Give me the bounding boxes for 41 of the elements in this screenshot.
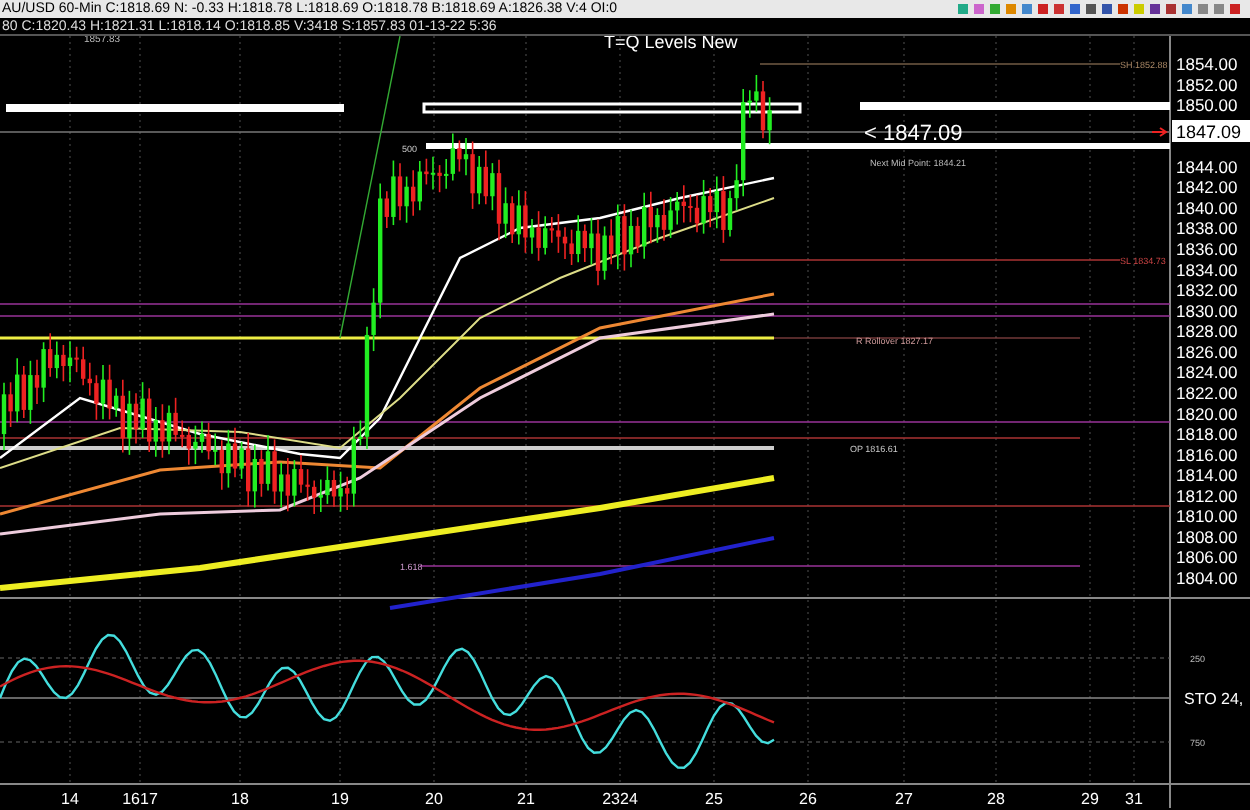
time-axis-label: 25 — [705, 790, 723, 808]
price-axis-label: 1836.00 — [1176, 239, 1238, 260]
price-axis-label: 1806.00 — [1176, 547, 1238, 568]
time-axis-label: 19 — [331, 790, 349, 808]
price-axis-label: 1838.00 — [1176, 218, 1238, 239]
time-axis-label: 26 — [799, 790, 817, 808]
time-axis-label: 1617 — [122, 790, 158, 808]
price-axis-label: 1822.00 — [1176, 382, 1238, 403]
price-axis-label: 1814.00 — [1176, 465, 1238, 486]
time-axis-label: 20 — [425, 790, 443, 808]
price-axis-label: 1842.00 — [1176, 177, 1238, 198]
arrow-icon — [1151, 127, 1168, 137]
price-axis-label: 1824.00 — [1176, 362, 1238, 383]
time-axis-label: 2324 — [602, 790, 638, 808]
price-tag: 1847.09 — [1172, 120, 1250, 142]
time-axis-label: 14 — [61, 790, 79, 808]
price-axis-label: 1828.00 — [1176, 321, 1238, 342]
time-axis-label: 28 — [987, 790, 1005, 808]
price-axis-label: 1832.00 — [1176, 280, 1238, 301]
time-axis-label: 21 — [517, 790, 535, 808]
price-axis-label: 1804.00 — [1176, 568, 1238, 588]
price-axis-label: 1820.00 — [1176, 403, 1238, 424]
time-axis-label: 31 — [1125, 790, 1143, 808]
price-axis-label: 1834.00 — [1176, 259, 1238, 280]
price-axis-label: 1810.00 — [1176, 506, 1238, 527]
price-axis-label: 1854.00 — [1176, 54, 1238, 74]
price-axis-label: 1826.00 — [1176, 341, 1238, 362]
price-axis-label: 1850.00 — [1176, 95, 1238, 116]
time-axis-label: 18 — [231, 790, 249, 808]
time-axis-label: 27 — [895, 790, 913, 808]
current-price-label: < 1847.09 — [864, 122, 963, 146]
indicator-label: STO 24, — [1184, 690, 1244, 708]
price-axis-label: 1830.00 — [1176, 300, 1238, 321]
price-axis-label: 1816.00 — [1176, 444, 1238, 465]
price-axis-label: 1852.00 — [1176, 74, 1238, 95]
time-axis-label: 29 — [1081, 790, 1099, 808]
price-axis-label: 1840.00 — [1176, 197, 1238, 218]
price-axis-label: 1818.00 — [1176, 424, 1238, 445]
price-axis-label: 1812.00 — [1176, 485, 1238, 506]
price-axis-label: 1808.00 — [1176, 526, 1238, 547]
price-axis-label: 1844.00 — [1176, 156, 1238, 177]
